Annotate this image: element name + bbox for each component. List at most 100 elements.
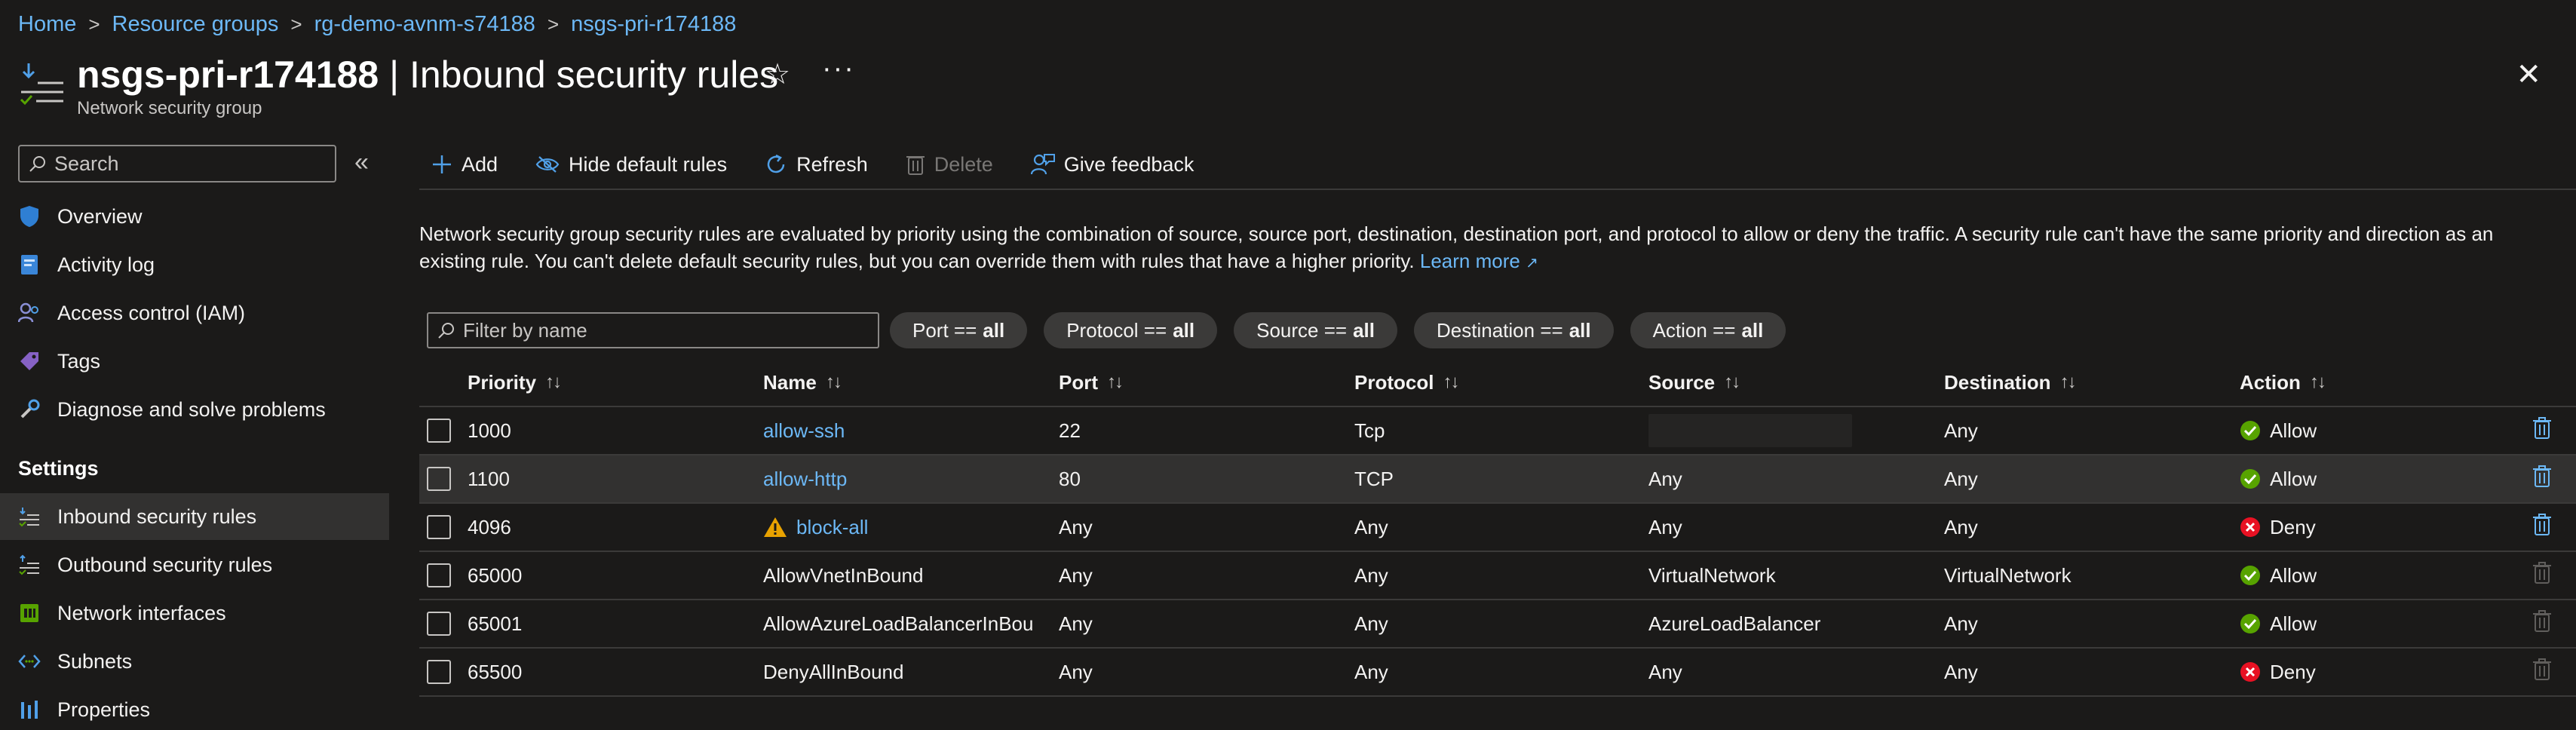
sidebar-item-access-control[interactable]: Access control (IAM) [0,290,389,336]
more-options-icon[interactable]: ··· [822,53,855,85]
redacted-source [1648,414,1852,447]
sidebar-item-diagnose[interactable]: Diagnose and solve problems [0,386,389,433]
sidebar-item-properties[interactable]: Properties [0,686,389,730]
rule-protocol: Any [1354,660,1388,683]
sidebar-item-tags[interactable]: Tags [0,338,389,385]
column-label: Source [1648,370,1716,394]
toolbar: Add Hide default rules Refresh Delete Gi… [419,140,2576,190]
properties-icon [18,698,41,721]
outbound-rules-icon [18,554,41,576]
column-header-source[interactable]: Source ↑↓ [1648,359,1920,406]
sidebar-item-label: Diagnose and solve problems [57,397,326,421]
sidebar-item-label: Access control (IAM) [57,301,246,324]
delete-rule-trash-icon[interactable] [2532,465,2552,493]
add-button[interactable]: Add [419,153,498,176]
search-icon [29,156,45,172]
sidebar: Search « Overview Activity log Access co… [0,140,389,730]
breadcrumb-home[interactable]: Home [18,12,76,37]
breadcrumb-nsg[interactable]: nsgs-pri-r174188 [571,12,736,37]
rule-name-link[interactable]: allow-http [763,468,847,491]
rule-destination: VirtualNetwork [1944,563,2072,587]
favorite-star-icon[interactable]: ☆ [765,57,790,91]
give-feedback-button[interactable]: Give feedback [1019,153,1194,176]
column-header-action[interactable]: Action ↑↓ [2240,359,2511,406]
filter-pill-destination[interactable]: Destination == all [1414,312,1614,348]
column-header-protocol[interactable]: Protocol ↑↓ [1354,359,1626,406]
rule-protocol: Tcp [1354,419,1385,442]
delete-label: Delete [934,152,993,176]
sidebar-item-label: Properties [57,698,151,721]
refresh-button[interactable]: Refresh [753,153,868,176]
hide-default-rules-button[interactable]: Hide default rules [523,153,727,176]
rule-action: Allow [2270,467,2317,490]
filter-pill-protocol[interactable]: Protocol == all [1044,312,1218,348]
sidebar-item-subnets[interactable]: Subnets [0,638,389,685]
row-checkbox[interactable] [427,419,451,443]
table-row[interactable]: 65500 DenyAllInBound Any Any Any Any Deny [419,649,2576,697]
table-row[interactable]: 65001 AllowAzureLoadBalancerInBou... Any An… [419,600,2576,649]
rule-name-link[interactable]: allow-ssh [763,419,845,443]
delete-rule-trash-icon [2532,658,2552,686]
allow-check-icon [2240,613,2261,634]
rule-name-link[interactable]: block-all [796,516,868,539]
sort-icon: ↑↓ [825,372,842,392]
rule-priority: 65001 [468,612,523,635]
deny-x-icon [2240,517,2261,538]
sort-icon: ↑↓ [1443,372,1459,392]
breadcrumb-resource-group[interactable]: rg-demo-avnm-s74188 [314,12,535,37]
row-checkbox[interactable] [427,515,451,539]
chevron-right-icon: > [88,12,100,35]
delete-rule-trash-icon [2532,609,2552,638]
sidebar-item-inbound-rules[interactable]: Inbound security rules [0,493,389,540]
rule-destination: Any [1944,612,1978,635]
rule-name: AllowAzureLoadBalancerInBou... [763,612,1035,635]
close-icon[interactable]: ✕ [2516,57,2541,92]
add-label: Add [462,152,498,176]
sidebar-item-network-interfaces[interactable]: Network interfaces [0,590,389,636]
pill-label: Source == [1256,318,1348,342]
row-checkbox[interactable] [427,660,451,684]
filter-pill-port[interactable]: Port == all [890,312,1028,348]
delete-button[interactable]: Delete [894,153,993,176]
filter-by-name-input[interactable]: Filter by name [427,312,879,348]
row-checkbox[interactable] [427,467,451,491]
table-row[interactable]: 4096 block-all Any Any Any Any Deny [419,504,2576,552]
pill-value: all [1569,318,1591,342]
sidebar-item-label: Tags [57,349,101,373]
delete-rule-trash-icon[interactable] [2532,416,2552,445]
pill-label: Port == [912,318,977,342]
column-header-priority[interactable]: Priority ↑↓ [468,359,739,406]
row-checkbox[interactable] [427,563,451,587]
column-header-destination[interactable]: Destination ↑↓ [1944,359,2216,406]
filter-pill-action[interactable]: Action == all [1630,312,1786,348]
sidebar-item-label: Activity log [57,253,155,276]
sidebar-search-input[interactable]: Search [18,145,336,182]
sidebar-item-outbound-rules[interactable]: Outbound security rules [0,541,389,588]
eye-hide-icon [535,154,560,175]
rules-table: Priority ↑↓ Name ↑↓ Port ↑↓ Protocol ↑↓ Sour… [419,359,2576,697]
filter-bar: Filter by name Port == all Protocol == all… [427,311,1802,350]
table-header: Priority ↑↓ Name ↑↓ Port ↑↓ Protocol ↑↓ Sour… [419,359,2576,407]
column-header-port[interactable]: Port ↑↓ [1059,359,1330,406]
filter-pill-source[interactable]: Source == all [1234,312,1398,348]
learn-more-link[interactable]: Learn more ↗ [1420,250,1538,272]
table-row[interactable]: 1100 allow-http 80 TCP Any Any Allow [419,455,2576,504]
table-row[interactable]: 65000 AllowVnetInBound Any Any VirtualNetwor… [419,552,2576,600]
collapse-sidebar-icon[interactable]: « [354,148,369,177]
sidebar-item-overview[interactable]: Overview [0,193,389,240]
resource-type: Network security group [77,98,262,118]
breadcrumb-resource-groups[interactable]: Resource groups [112,12,279,37]
table-row[interactable]: 1000 allow-ssh 22 Tcp Any Allow [419,407,2576,455]
sidebar-item-activity-log[interactable]: Activity log [0,241,389,288]
rule-source: VirtualNetwork [1648,563,1776,587]
search-placeholder: Search [54,152,119,175]
delete-rule-trash-icon[interactable] [2532,513,2552,541]
pill-value: all [1353,318,1375,342]
rule-action: Allow [2270,419,2317,442]
learn-more-label: Learn more [1419,250,1520,272]
page-title: nsgs-pri-r174188 | Inbound security rule… [77,53,778,97]
column-header-name[interactable]: Name ↑↓ [763,359,1035,406]
rule-source: Any [1648,467,1682,490]
sort-icon: ↑↓ [2059,372,2077,392]
row-checkbox[interactable] [427,612,451,636]
